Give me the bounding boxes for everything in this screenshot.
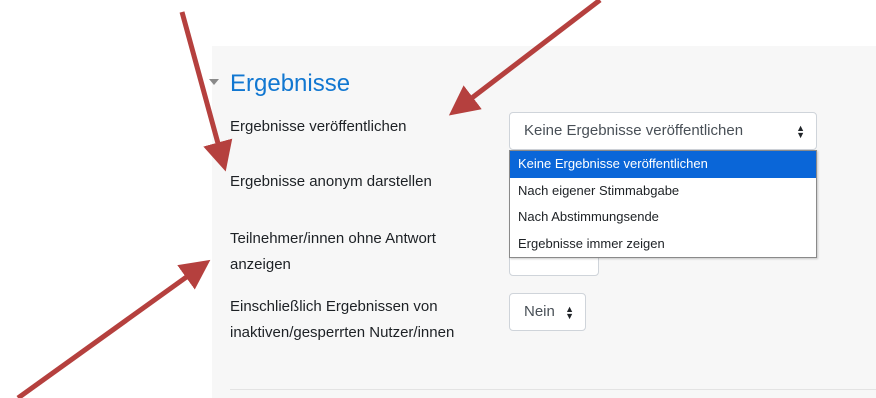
annotation-arrow-3 (16, 259, 211, 398)
annotation-arrow-2 (448, 0, 602, 116)
annotation-arrows (16, 0, 602, 398)
annotation-arrow-1 (179, 11, 233, 172)
